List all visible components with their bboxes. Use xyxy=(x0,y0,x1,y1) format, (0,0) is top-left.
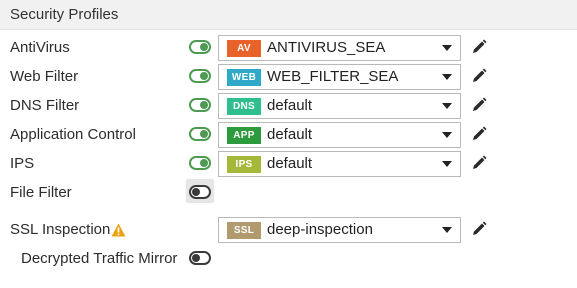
chevron-down-icon xyxy=(442,132,452,138)
web-badge: WEB xyxy=(227,69,261,86)
pencil-edit-icon[interactable] xyxy=(471,39,487,55)
file-filter-row: File Filter xyxy=(0,179,577,206)
chevron-down-icon xyxy=(442,45,452,51)
section-title: Security Profiles xyxy=(10,6,119,23)
pencil-edit-icon[interactable] xyxy=(471,155,487,171)
ips-row: IPS IPS default xyxy=(0,151,577,177)
chevron-down-icon xyxy=(442,74,452,80)
antivirus-value: ANTIVIRUS_SEA xyxy=(267,39,386,56)
dns-filter-value: default xyxy=(267,97,313,114)
ssl-inspection-row: SSL Inspection SSL deep-inspection xyxy=(0,217,577,243)
ips-badge: IPS xyxy=(227,156,261,173)
av-badge: AV xyxy=(227,40,261,57)
antivirus-label: AntiVirus xyxy=(10,39,70,56)
ips-value: default xyxy=(267,155,313,172)
pencil-edit-icon[interactable] xyxy=(471,126,487,142)
web-filter-row: Web Filter WEB WEB_FILTER_SEA xyxy=(0,64,577,90)
ssl-badge: SSL xyxy=(227,222,261,239)
chevron-down-icon xyxy=(442,103,452,109)
ips-select[interactable]: IPS default xyxy=(218,151,461,177)
application-control-row: Application Control APP default xyxy=(0,122,577,148)
web-filter-select[interactable]: WEB WEB_FILTER_SEA xyxy=(218,64,461,90)
dns-badge: DNS xyxy=(227,98,261,115)
application-control-toggle[interactable] xyxy=(189,127,211,141)
dns-filter-toggle[interactable] xyxy=(189,98,211,112)
antivirus-select[interactable]: AV ANTIVIRUS_SEA xyxy=(218,35,461,61)
chevron-down-icon xyxy=(442,227,452,233)
pencil-edit-icon[interactable] xyxy=(471,68,487,84)
pencil-edit-icon[interactable] xyxy=(471,221,487,237)
warning-triangle-icon xyxy=(111,223,126,237)
file-filter-label: File Filter xyxy=(10,184,72,201)
ips-label: IPS xyxy=(10,155,35,172)
application-control-select[interactable]: APP default xyxy=(218,122,461,148)
application-control-value: default xyxy=(267,126,313,143)
dns-filter-label: DNS Filter xyxy=(10,97,80,114)
ips-toggle[interactable] xyxy=(189,156,211,170)
decrypted-traffic-mirror-row: Decrypted Traffic Mirror xyxy=(0,246,577,272)
decrypted-traffic-mirror-toggle[interactable] xyxy=(189,251,211,265)
decrypted-traffic-mirror-label: Decrypted Traffic Mirror xyxy=(21,250,178,267)
pencil-edit-icon[interactable] xyxy=(471,97,487,113)
application-control-label: Application Control xyxy=(10,126,136,143)
ssl-inspection-value: deep-inspection xyxy=(267,221,373,238)
web-filter-value: WEB_FILTER_SEA xyxy=(267,68,399,85)
antivirus-toggle[interactable] xyxy=(189,40,211,54)
web-filter-label: Web Filter xyxy=(10,68,79,85)
security-profiles-header: Security Profiles xyxy=(0,0,577,30)
chevron-down-icon xyxy=(442,161,452,167)
file-filter-toggle[interactable] xyxy=(189,185,211,199)
ssl-inspection-select[interactable]: SSL deep-inspection xyxy=(218,217,461,243)
dns-filter-row: DNS Filter DNS default xyxy=(0,93,577,119)
web-filter-toggle[interactable] xyxy=(189,69,211,83)
ssl-inspection-label: SSL Inspection xyxy=(10,221,111,238)
app-badge: APP xyxy=(227,127,261,144)
antivirus-row: AntiVirus AV ANTIVIRUS_SEA xyxy=(0,35,577,61)
dns-filter-select[interactable]: DNS default xyxy=(218,93,461,119)
